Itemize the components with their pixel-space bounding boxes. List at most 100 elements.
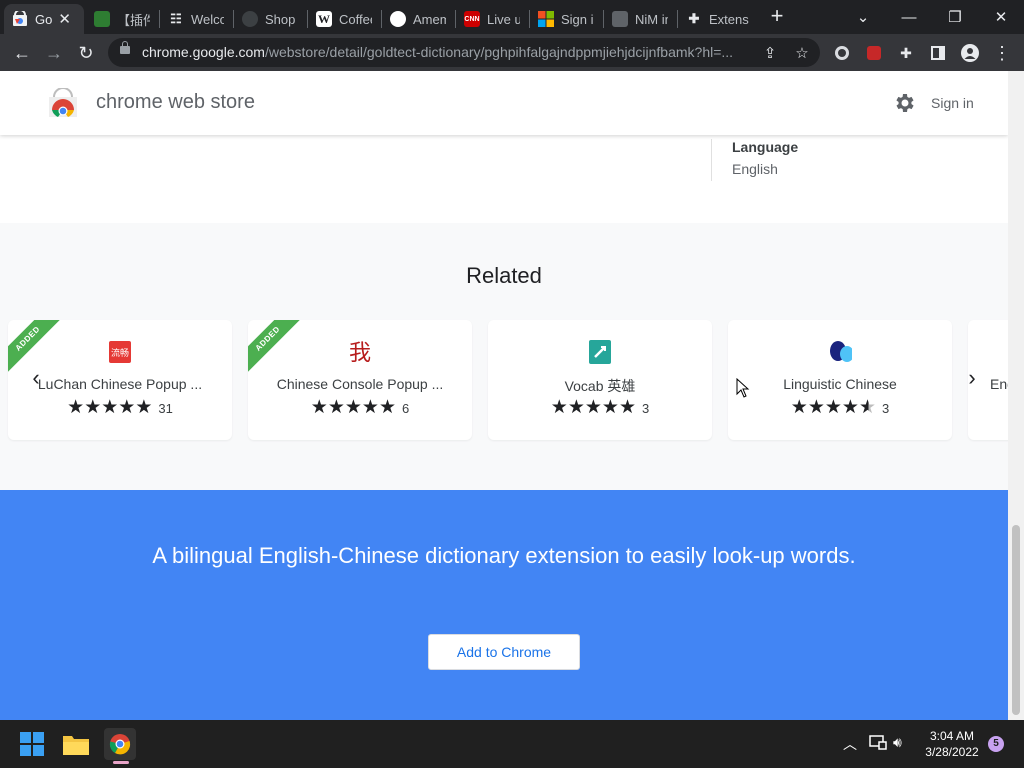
windows-start-icon[interactable] bbox=[16, 728, 48, 760]
added-ribbon: ADDED bbox=[248, 320, 305, 376]
clock-time: 3:04 AM bbox=[929, 729, 975, 743]
side-panel-icon[interactable] bbox=[928, 43, 948, 63]
carousel-next-button[interactable]: › bbox=[962, 365, 982, 390]
lock-icon[interactable] bbox=[120, 41, 130, 54]
close-tab-icon[interactable]: ✕ bbox=[58, 10, 71, 28]
active-app-indicator bbox=[113, 761, 129, 764]
rating-count: 3 bbox=[642, 400, 650, 416]
tab-nim[interactable]: NiM in bbox=[604, 4, 676, 34]
forward-button[interactable]: → bbox=[41, 40, 67, 66]
extension-name: Linguistic Chinese bbox=[783, 376, 897, 392]
extension-globe-icon[interactable] bbox=[832, 43, 852, 63]
tab-title: Coffee bbox=[339, 11, 372, 27]
carousel-prev-button[interactable]: ‹ bbox=[26, 365, 46, 390]
chrome-taskbar-icon[interactable] bbox=[104, 728, 136, 760]
star-icon: ★ bbox=[858, 397, 876, 418]
network-icon[interactable] bbox=[869, 734, 887, 753]
circle-logo-icon bbox=[390, 11, 406, 27]
reload-button[interactable]: ↻ bbox=[73, 40, 99, 66]
chrome-webstore-logo[interactable] bbox=[48, 88, 78, 118]
tab-amem[interactable]: Amem bbox=[382, 4, 454, 34]
tab-welcome[interactable]: ☷ Welco bbox=[160, 4, 232, 34]
tab-title: Shop bbox=[265, 11, 296, 27]
tab-signin[interactable]: Sign in bbox=[530, 4, 602, 34]
puzzle-icon: ✚ bbox=[688, 11, 700, 26]
language-label: Language bbox=[732, 139, 799, 155]
star-icon: ★ bbox=[327, 397, 345, 418]
tab-title: Extens bbox=[709, 11, 749, 27]
tab-plugin[interactable]: 【插件】 bbox=[86, 4, 158, 34]
wikipedia-icon: W bbox=[316, 11, 332, 27]
star-icon: ★ bbox=[378, 397, 396, 418]
star-icon: ★ bbox=[84, 397, 102, 418]
tab-title: Live up bbox=[487, 11, 520, 27]
language-value: English bbox=[732, 161, 778, 177]
add-to-chrome-button[interactable]: Add to Chrome bbox=[428, 634, 580, 670]
bookmark-star-icon[interactable]: ☆ bbox=[792, 43, 812, 63]
star-icon: ★ bbox=[101, 397, 119, 418]
star-icon: ★ bbox=[361, 397, 379, 418]
close-window-button[interactable]: ✕ bbox=[978, 0, 1024, 34]
rating-count: 6 bbox=[402, 400, 410, 416]
globe-icon bbox=[242, 11, 258, 27]
star-icon: ★ bbox=[807, 397, 825, 418]
sign-in-link[interactable]: Sign in bbox=[931, 95, 974, 111]
rating-count: 3 bbox=[882, 400, 890, 416]
star-icon: ★ bbox=[344, 397, 362, 418]
page-viewport: chrome web store Sign in Language Englis… bbox=[0, 71, 1008, 720]
cnn-icon: CNN bbox=[464, 11, 480, 27]
tab-title: NiM in bbox=[635, 11, 668, 27]
tab-search-icon[interactable]: ⌄ bbox=[840, 0, 886, 34]
tab-extensions[interactable]: ✚ Extens bbox=[678, 4, 758, 34]
webstore-header: chrome web store Sign in bbox=[0, 71, 1008, 135]
chrome-webstore-icon bbox=[12, 11, 28, 27]
vocab-icon bbox=[588, 340, 612, 364]
rating: ★★★★★ 6 bbox=[248, 398, 472, 418]
gear-icon[interactable] bbox=[892, 91, 916, 115]
star-icon: ★ bbox=[118, 397, 136, 418]
scrollbar-thumb[interactable] bbox=[1012, 525, 1020, 715]
tray-chevron-icon[interactable]: ︿ bbox=[843, 734, 857, 754]
related-card[interactable]: Linguistic Chinese ★★★★★ 3 bbox=[728, 320, 952, 440]
menu-kebab-icon[interactable]: ⋮ bbox=[992, 43, 1012, 63]
notification-badge[interactable]: 5 bbox=[988, 736, 1004, 752]
star-icon: ★ bbox=[841, 397, 859, 418]
green-hand-icon bbox=[94, 11, 110, 27]
language-info: Language English bbox=[711, 139, 798, 181]
minimize-button[interactable]: — bbox=[886, 0, 932, 34]
extensions-puzzle-icon[interactable]: ✚ bbox=[896, 43, 916, 63]
tab-cnn[interactable]: CNN Live up bbox=[456, 4, 528, 34]
restore-button[interactable]: ❐ bbox=[932, 0, 978, 34]
rating: ★★★★★ 3 bbox=[488, 398, 712, 418]
star-icon: ★ bbox=[790, 397, 808, 418]
windows-taskbar: ︿ 🔊︎ 3:04 AM 3/28/2022 5 bbox=[0, 720, 1024, 768]
browser-toolbar: ← → ↻ chrome.google.com/webstore/detail/… bbox=[0, 34, 1024, 71]
profile-avatar-icon[interactable] bbox=[960, 43, 980, 63]
grid-logo-icon: ☷ bbox=[170, 11, 182, 26]
star-icon: ★ bbox=[824, 397, 842, 418]
new-tab-button[interactable]: + bbox=[766, 5, 788, 28]
svg-text:流畅: 流畅 bbox=[111, 347, 129, 359]
chinese-char-icon: 我 bbox=[348, 340, 372, 364]
address-bar[interactable]: chrome.google.com/webstore/detail/goldte… bbox=[108, 38, 820, 67]
related-card[interactable]: Vocab 英雄 ★★★★★ 3 bbox=[488, 320, 712, 440]
luchan-icon: 流畅 bbox=[108, 340, 132, 364]
related-card[interactable]: ADDED 我 Chinese Console Popup ... ★★★★★ … bbox=[248, 320, 472, 440]
star-icon: ★ bbox=[550, 397, 568, 418]
nim-icon bbox=[612, 11, 628, 27]
volume-icon[interactable]: 🔊︎ bbox=[893, 734, 902, 751]
back-button[interactable]: ← bbox=[9, 40, 35, 66]
mouse-cursor-icon bbox=[736, 378, 750, 398]
url-text[interactable]: chrome.google.com/webstore/detail/goldte… bbox=[142, 44, 762, 60]
tab-coffee[interactable]: W Coffee bbox=[308, 4, 380, 34]
extension-red-icon[interactable] bbox=[864, 43, 884, 63]
star-icon: ★ bbox=[135, 397, 153, 418]
share-icon[interactable]: ⇪ bbox=[760, 43, 780, 63]
store-title[interactable]: chrome web store bbox=[96, 91, 255, 114]
system-clock[interactable]: 3:04 AM 3/28/2022 bbox=[920, 728, 984, 760]
tab-title: Sign in bbox=[561, 11, 594, 27]
tab-shop[interactable]: Shop bbox=[234, 4, 306, 34]
tab-webstore[interactable]: Go ✕ bbox=[4, 4, 84, 34]
page-scrollbar[interactable] bbox=[1008, 71, 1024, 720]
file-explorer-icon[interactable] bbox=[60, 728, 92, 760]
